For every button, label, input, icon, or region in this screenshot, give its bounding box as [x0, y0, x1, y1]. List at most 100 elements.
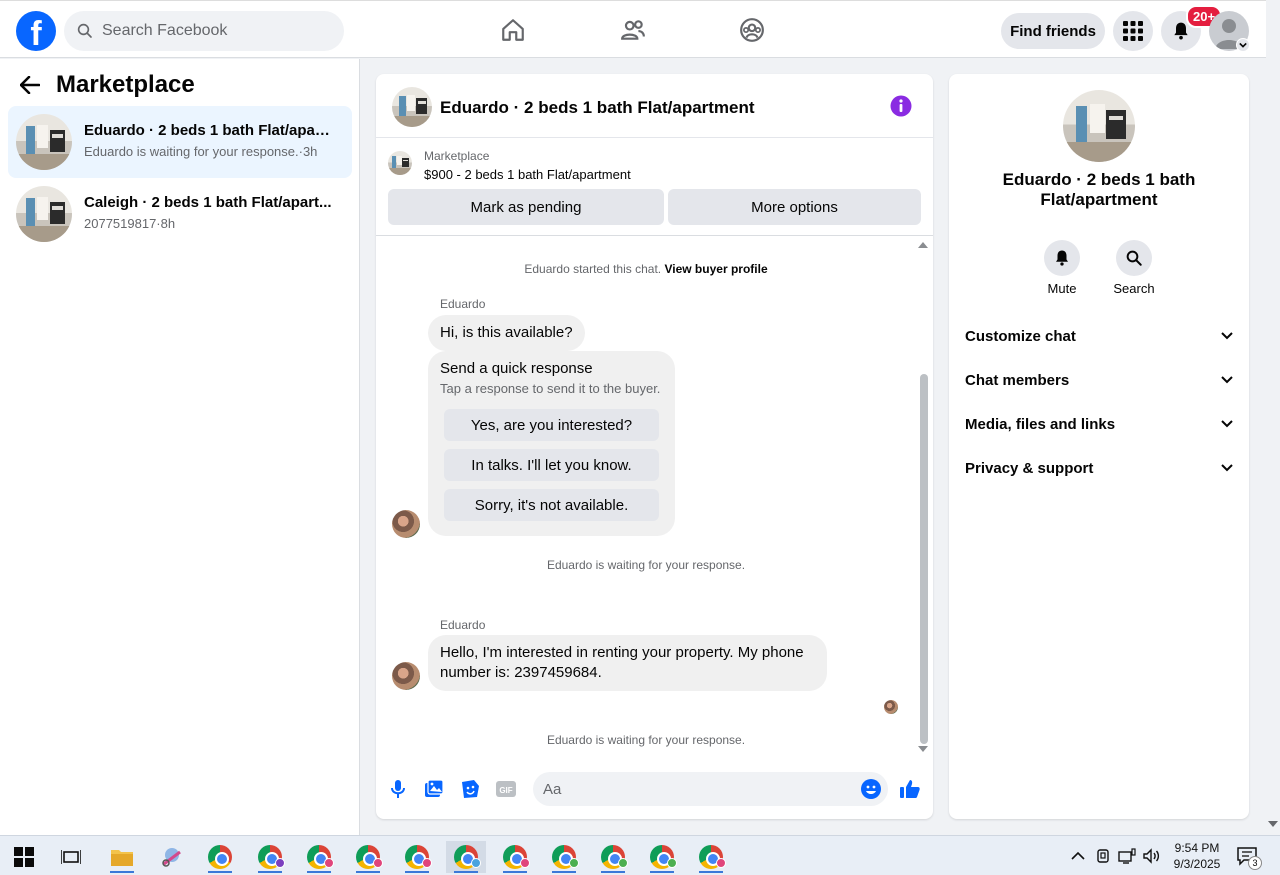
- search-input[interactable]: [102, 22, 322, 40]
- gif-icon[interactable]: GIF: [495, 778, 517, 800]
- chat-title[interactable]: Eduardo · 2 beds 1 bath Flat/apartment: [440, 98, 755, 118]
- message-bubble[interactable]: Hello, I'm interested in renting your pr…: [428, 635, 827, 691]
- sender-name: Eduardo: [440, 297, 486, 311]
- clock-date: 9/3/2025: [1173, 857, 1221, 871]
- quick-response-button[interactable]: Yes, are you interested?: [444, 409, 659, 441]
- facebook-logo-icon[interactable]: f: [16, 11, 56, 51]
- message-text-line: Hello, I'm interested in renting your pr…: [440, 644, 804, 661]
- photo-icon[interactable]: [423, 778, 445, 800]
- conversation-item[interactable]: Eduardo · 2 beds 1 bath Flat/apart... Ed…: [8, 106, 352, 178]
- listing-thumbnail: [16, 114, 72, 170]
- search-icon: [1126, 250, 1142, 266]
- chrome-profile-icon[interactable]: [593, 841, 633, 873]
- volume-icon[interactable]: [1142, 847, 1160, 865]
- task-view-icon[interactable]: [51, 841, 91, 873]
- info-title: Eduardo · 2 beds 1 bath Flat/apartment: [969, 170, 1229, 210]
- chrome-profile-icon[interactable]: [397, 841, 437, 873]
- scroll-up-icon[interactable]: [918, 242, 928, 248]
- conversation-item[interactable]: Caleigh · 2 beds 1 bath Flat/apart... 20…: [8, 178, 352, 250]
- mute-button[interactable]: Mute: [1032, 240, 1092, 296]
- chevron-down-icon: [1221, 464, 1233, 472]
- chat-panel: Eduardo · 2 beds 1 bath Flat/apartment M…: [376, 74, 933, 819]
- section-label: Chat members: [965, 371, 1070, 389]
- chrome-icon[interactable]: [200, 841, 240, 873]
- chat-members-section[interactable]: Chat members: [965, 366, 1233, 394]
- sticker-icon[interactable]: [459, 778, 481, 800]
- listing-thumbnail[interactable]: [1063, 90, 1135, 162]
- message-composer: GIF: [376, 764, 933, 814]
- search-icon: [77, 23, 92, 38]
- chevron-down-icon[interactable]: [1236, 38, 1250, 52]
- search-in-chat-button[interactable]: Search: [1104, 240, 1164, 296]
- listing-thumbnail: [388, 151, 412, 175]
- conversation-subtitle: Eduardo is waiting for your response.·3h: [84, 144, 318, 159]
- chrome-profile-icon[interactable]: [544, 841, 584, 873]
- page-scrollbar[interactable]: [1266, 0, 1280, 835]
- waiting-notice: Eduardo is waiting for your response.: [546, 558, 746, 572]
- sender-avatar[interactable]: [392, 510, 420, 538]
- quick-response-button[interactable]: Sorry, it's not available.: [444, 489, 659, 521]
- svg-text:GIF: GIF: [499, 786, 512, 795]
- chrome-profile-icon[interactable]: [348, 841, 388, 873]
- privacy-support-section[interactable]: Privacy & support: [965, 454, 1233, 482]
- clock-time: 9:54 PM: [1174, 841, 1220, 855]
- windows-taskbar: 9:54 PM 9/3/2025 3: [0, 835, 1280, 875]
- emoji-icon[interactable]: [860, 778, 882, 800]
- chat-started-text: Eduardo started this chat.: [524, 262, 662, 276]
- device-icon[interactable]: [1094, 847, 1112, 865]
- section-label: Customize chat: [965, 327, 1076, 345]
- message-scrollbar[interactable]: [916, 238, 930, 756]
- file-explorer-icon[interactable]: [102, 841, 142, 873]
- quick-response-title: Send a quick response: [440, 360, 593, 377]
- windows-start-icon[interactable]: [14, 847, 34, 867]
- quick-response-subtitle: Tap a response to send it to the buyer.: [440, 381, 661, 396]
- home-icon[interactable]: [498, 15, 528, 45]
- info-title-line: Flat/apartment: [1040, 190, 1158, 209]
- media-files-links-section[interactable]: Media, files and links: [965, 410, 1233, 438]
- bell-icon: [1056, 250, 1068, 266]
- mark-as-pending-button[interactable]: Mark as pending: [388, 189, 664, 225]
- groups-icon[interactable]: [737, 15, 767, 45]
- more-options-button[interactable]: More options: [668, 189, 921, 225]
- snipping-tool-icon[interactable]: [152, 841, 192, 873]
- message-bubble[interactable]: Hi, is this available?: [428, 315, 585, 351]
- section-label: Media, files and links: [965, 415, 1116, 433]
- friends-icon[interactable]: [618, 15, 648, 45]
- message-list: Eduardo started this chat. View buyer pr…: [376, 238, 933, 758]
- chevron-down-icon: [1221, 376, 1233, 384]
- grid-icon: [1123, 21, 1143, 41]
- chrome-profile-icon[interactable]: [495, 841, 535, 873]
- top-navigation-bar: f Find friends 20+: [0, 0, 1266, 58]
- back-arrow-icon[interactable]: [20, 72, 46, 98]
- seen-indicator-avatar: [884, 700, 898, 714]
- menu-grid-button[interactable]: [1113, 11, 1153, 51]
- conversation-title: Eduardo · 2 beds 1 bath Flat/apart...: [84, 122, 334, 139]
- listing-price[interactable]: $900 - 2 beds 1 bath Flat/apartment: [424, 167, 631, 182]
- chevron-up-icon[interactable]: [1069, 847, 1087, 865]
- view-buyer-profile-link[interactable]: View buyer profile: [664, 262, 767, 276]
- quick-response-button[interactable]: In talks. I'll let you know.: [444, 449, 659, 481]
- scroll-thumb[interactable]: [920, 374, 928, 744]
- search-box[interactable]: [64, 11, 344, 51]
- system-clock[interactable]: 9:54 PM 9/3/2025: [1168, 840, 1226, 872]
- chrome-profile-icon[interactable]: [446, 841, 486, 873]
- thumbs-up-icon[interactable]: [899, 778, 921, 800]
- chrome-profile-icon[interactable]: [691, 841, 731, 873]
- chat-header: Eduardo · 2 beds 1 bath Flat/apartment: [376, 74, 933, 138]
- chrome-profile-icon[interactable]: [642, 841, 682, 873]
- message-text-line: number is: 2397459684.: [440, 664, 602, 681]
- customize-chat-section[interactable]: Customize chat: [965, 322, 1233, 350]
- microphone-icon[interactable]: [387, 778, 409, 800]
- find-friends-button[interactable]: Find friends: [1001, 13, 1105, 49]
- chevron-down-icon: [1221, 332, 1233, 340]
- network-icon[interactable]: [1118, 847, 1136, 865]
- sender-name: Eduardo: [440, 618, 486, 632]
- sender-avatar[interactable]: [392, 662, 420, 690]
- scroll-down-icon[interactable]: [1268, 820, 1278, 828]
- scroll-down-icon[interactable]: [918, 746, 928, 752]
- listing-thumbnail[interactable]: [392, 87, 432, 127]
- message-input[interactable]: [533, 772, 888, 806]
- chrome-profile-icon[interactable]: [250, 841, 290, 873]
- chrome-profile-icon[interactable]: [299, 841, 339, 873]
- info-icon[interactable]: [890, 95, 912, 117]
